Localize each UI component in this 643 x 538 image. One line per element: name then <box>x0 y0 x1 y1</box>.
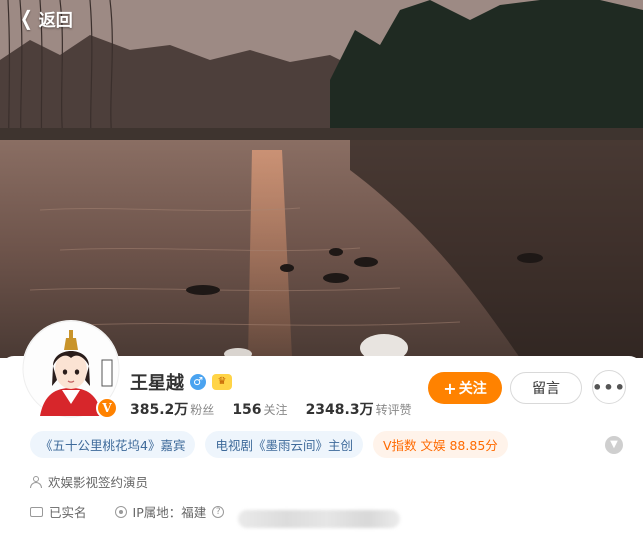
ip-location-text: IP属地：福建 <box>132 505 207 520</box>
stat-interactions-label: 转评赞 <box>375 403 412 417</box>
user-stats: 385.2万 粉丝 156 关注 2348.3万 转评赞 <box>130 399 412 419</box>
plus-icon: + <box>443 378 457 398</box>
help-icon[interactable]: ? <box>212 505 225 518</box>
stat-following-label: 关注 <box>263 403 288 417</box>
verified-badge: V <box>96 397 118 419</box>
tag-drama-cast[interactable]: 电视剧《墨雨云间》主创 <box>205 431 363 458</box>
stat-interactions-value: 2348.3万 <box>305 402 374 418</box>
more-dots-icon: ••• <box>592 377 626 397</box>
fan-crown-icon[interactable]: ♛ <box>212 374 232 390</box>
male-icon: ♂ <box>190 374 206 390</box>
stat-interactions[interactable]: 2348.3万 转评赞 <box>306 399 412 419</box>
chevron-left-icon: ❮ <box>20 6 33 30</box>
real-name-text: 已实名 <box>49 505 87 520</box>
meta-line: 已实名 IP属地：福建 ? <box>30 502 225 521</box>
back-button[interactable]: ❮ 返回 <box>18 6 73 31</box>
profile-tags: 《五十公里桃花坞4》嘉宾 电视剧《墨雨云间》主创 V指数 文娱 88.85分 <box>30 431 508 458</box>
description-line: 欢娱影视签约演员 <box>30 472 148 491</box>
tag-v-index[interactable]: V指数 文娱 88.85分 <box>372 431 508 458</box>
follow-label: 关注 <box>458 381 487 397</box>
stat-fans[interactable]: 385.2万 粉丝 <box>130 399 214 419</box>
stat-fans-value: 385.2万 <box>130 402 189 418</box>
blurred-content <box>238 510 400 528</box>
tag-show-guest[interactable]: 《五十公里桃花坞4》嘉宾 <box>30 431 196 458</box>
description-text: 欢娱影视签约演员 <box>48 475 149 490</box>
cover-photo: ❮ 返回 <box>0 0 643 358</box>
expand-chevron-icon[interactable]: ▼ <box>605 436 623 454</box>
location-icon <box>114 505 127 518</box>
lake-scene-image <box>0 0 643 358</box>
person-icon <box>30 475 42 488</box>
message-button[interactable]: 留言 <box>510 372 582 404</box>
stat-following-value: 156 <box>232 402 262 418</box>
message-label: 留言 <box>532 381 560 397</box>
name-row: 王星越 ♂ ♛ <box>130 370 232 394</box>
user-name: 王星越 <box>130 373 184 394</box>
follow-button[interactable]: + 关注 <box>428 372 502 404</box>
stat-fans-label: 粉丝 <box>190 403 215 417</box>
stat-following[interactable]: 156 关注 <box>232 399 287 418</box>
id-card-icon <box>30 506 43 517</box>
more-options-button[interactable]: ••• <box>592 370 626 404</box>
back-label: 返回 <box>38 10 73 31</box>
